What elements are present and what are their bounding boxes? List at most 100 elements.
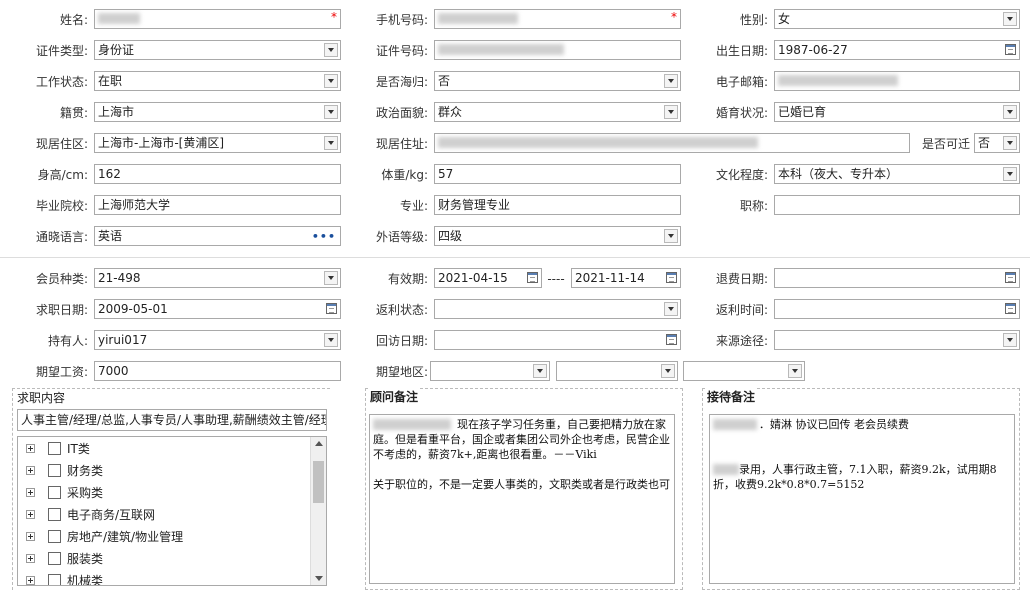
revisit-date-input[interactable] xyxy=(434,330,681,350)
rebate-status-select[interactable] xyxy=(434,299,681,319)
chevron-down-icon[interactable] xyxy=(1003,12,1017,26)
chevron-down-icon[interactable] xyxy=(324,136,338,150)
expand-icon[interactable] xyxy=(26,576,35,585)
chevron-down-icon[interactable] xyxy=(1003,333,1017,347)
chevron-down-icon[interactable] xyxy=(324,43,338,57)
expand-icon[interactable] xyxy=(26,532,35,541)
refund-date-input[interactable] xyxy=(774,268,1020,288)
marital-select[interactable]: 已婚已育 xyxy=(774,102,1020,122)
language-level-label: 外语等级: xyxy=(375,230,428,244)
expected-salary-input[interactable]: 7000 xyxy=(94,361,341,381)
title-input[interactable] xyxy=(774,195,1020,215)
row-1: 姓名: * 手机号码: * 性别: 女 xyxy=(0,8,1030,32)
major-input[interactable]: 财务管理专业 xyxy=(434,195,681,215)
calendar-icon[interactable] xyxy=(666,272,677,283)
birth-date-input[interactable]: 1987-06-27 xyxy=(774,40,1020,60)
id-number-input[interactable] xyxy=(434,40,681,60)
revisit-date-label: 回访日期: xyxy=(375,334,428,348)
languages-value: 英语 xyxy=(98,229,123,243)
overseas-select[interactable]: 否 xyxy=(434,71,681,91)
tree-item-label: 服装类 xyxy=(67,552,104,566)
expand-icon[interactable] xyxy=(26,488,35,497)
relocate-select[interactable]: 否 xyxy=(974,133,1020,153)
expand-icon[interactable] xyxy=(26,554,35,563)
valid-start-input[interactable]: 2021-04-15 xyxy=(434,268,542,288)
redacted-address xyxy=(438,137,758,148)
chevron-down-icon[interactable] xyxy=(1003,136,1017,150)
job-content-panel: 求职内容 人事主管/经理/总监,人事专员/人事助理,薪酬绩效主管/经理 IT类 … xyxy=(12,388,330,590)
work-status-select[interactable]: 在职 xyxy=(94,71,341,91)
scrollbar[interactable] xyxy=(310,437,326,585)
calendar-icon[interactable] xyxy=(326,303,337,314)
phone-input[interactable]: * xyxy=(434,9,681,29)
row-10: 求职日期: 2009-05-01 返利状态: 返利时间: xyxy=(0,298,1030,322)
checkbox[interactable] xyxy=(48,574,61,585)
advisor-notes-textarea[interactable]: 现在孩子学习任务重，自己要把精力放在家庭。但是看重平台，国企或者集团公司外企也考… xyxy=(369,414,675,584)
holder-select[interactable]: yirui017 xyxy=(94,330,341,350)
chevron-down-icon[interactable] xyxy=(1003,105,1017,119)
expected-region-select-1[interactable] xyxy=(430,361,550,381)
id-type-select[interactable]: 身份证 xyxy=(94,40,341,60)
expected-region-select-2[interactable] xyxy=(556,361,678,381)
marital-value: 已婚已育 xyxy=(778,105,827,119)
reception-notes-textarea[interactable]: ．婧淋 协议已回传 老会员续费 录用，人事行政主管，7.1入职，薪资9.2k，试… xyxy=(709,414,1015,584)
chevron-down-icon[interactable] xyxy=(324,105,338,119)
rebate-time-input[interactable] xyxy=(774,299,1020,319)
scroll-up-icon[interactable] xyxy=(315,441,323,446)
member-type-value: 21-498 xyxy=(98,271,141,285)
language-level-select[interactable]: 四级 xyxy=(434,226,681,246)
languages-label: 通晓语言: xyxy=(35,230,88,244)
weight-input[interactable]: 57 xyxy=(434,164,681,184)
expand-icon[interactable] xyxy=(26,510,35,519)
calendar-icon[interactable] xyxy=(1005,272,1016,283)
chevron-down-icon[interactable] xyxy=(324,271,338,285)
chevron-down-icon[interactable] xyxy=(324,333,338,347)
expand-icon[interactable] xyxy=(26,466,35,475)
scroll-thumb[interactable] xyxy=(313,461,324,503)
chevron-down-icon[interactable] xyxy=(324,74,338,88)
expected-region-select-3[interactable] xyxy=(683,361,805,381)
job-content-selected[interactable]: 人事主管/经理/总监,人事专员/人事助理,薪酬绩效主管/经理 xyxy=(17,409,327,431)
calendar-icon[interactable] xyxy=(1005,303,1016,314)
calendar-icon[interactable] xyxy=(527,272,538,283)
email-input[interactable] xyxy=(774,71,1020,91)
weight-value: 57 xyxy=(438,167,454,181)
chevron-down-icon[interactable] xyxy=(661,364,675,378)
gender-select[interactable]: 女 xyxy=(774,9,1020,29)
languages-input[interactable]: 英语 ••• xyxy=(94,226,341,246)
checkbox[interactable] xyxy=(48,530,61,543)
expand-icon[interactable] xyxy=(26,444,35,453)
chevron-down-icon[interactable] xyxy=(533,364,547,378)
ellipsis-icon[interactable]: ••• xyxy=(312,228,336,245)
checkbox[interactable] xyxy=(48,552,61,565)
source-select[interactable] xyxy=(774,330,1020,350)
checkbox[interactable] xyxy=(48,508,61,521)
scroll-down-icon[interactable] xyxy=(315,576,323,581)
chevron-down-icon[interactable] xyxy=(664,74,678,88)
address-input[interactable] xyxy=(434,133,910,153)
tree-item-label: 电子商务/互联网 xyxy=(67,508,156,522)
valid-end-input[interactable]: 2021-11-14 xyxy=(571,268,681,288)
gender-value: 女 xyxy=(778,12,791,26)
school-input[interactable]: 上海师范大学 xyxy=(94,195,341,215)
checkbox[interactable] xyxy=(48,464,61,477)
chevron-down-icon[interactable] xyxy=(788,364,802,378)
chevron-down-icon[interactable] xyxy=(664,105,678,119)
native-place-select[interactable]: 上海市 xyxy=(94,102,341,122)
chevron-down-icon[interactable] xyxy=(664,229,678,243)
reception-notes-line2: 录用，人事行政主管，7.1入职，薪资9.2k，试用期8折，收费9.2k*0.8*… xyxy=(713,463,997,491)
residence-area-select[interactable]: 上海市-上海市-[黄浦区] xyxy=(94,133,341,153)
height-input[interactable]: 162 xyxy=(94,164,341,184)
member-type-select[interactable]: 21-498 xyxy=(94,268,341,288)
chevron-down-icon[interactable] xyxy=(664,302,678,316)
chevron-down-icon[interactable] xyxy=(1003,167,1017,181)
job-date-input[interactable]: 2009-05-01 xyxy=(94,299,341,319)
calendar-icon[interactable] xyxy=(666,334,677,345)
name-input[interactable]: * xyxy=(94,9,341,29)
education-select[interactable]: 本科（夜大、专升本） xyxy=(774,164,1020,184)
checkbox[interactable] xyxy=(48,442,61,455)
valid-period-separator: ---- xyxy=(547,272,565,286)
political-select[interactable]: 群众 xyxy=(434,102,681,122)
calendar-icon[interactable] xyxy=(1005,44,1016,55)
checkbox[interactable] xyxy=(48,486,61,499)
